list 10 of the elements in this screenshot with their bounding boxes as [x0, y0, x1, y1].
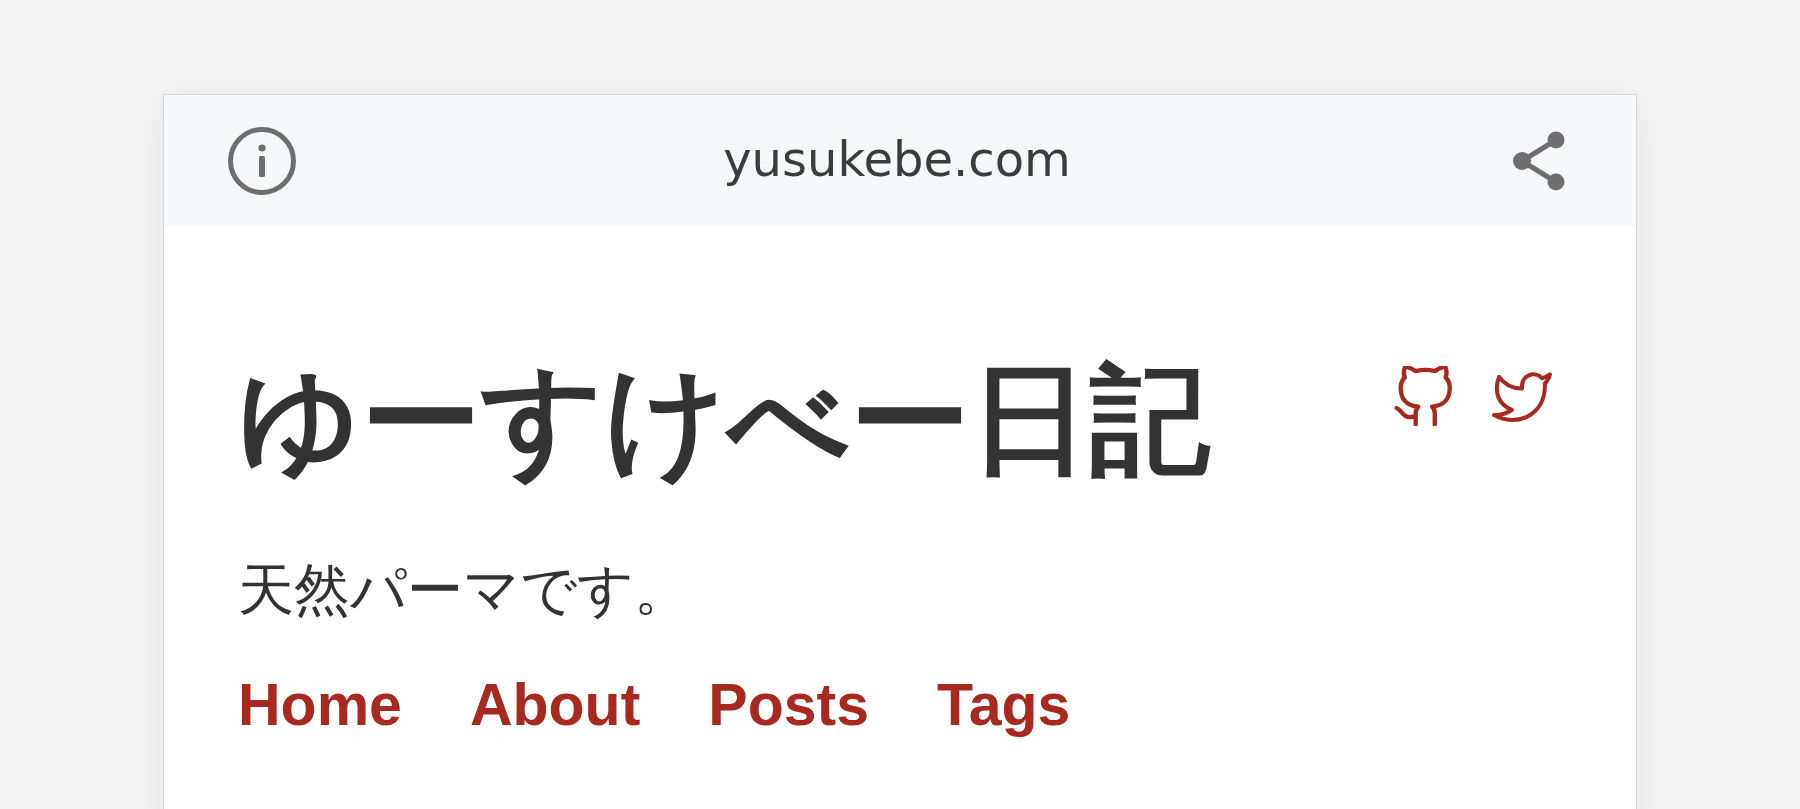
info-icon[interactable]	[228, 126, 296, 195]
share-icon[interactable]	[1512, 130, 1566, 191]
site-title: ゆーすけべー日記	[238, 349, 1210, 491]
nav-link[interactable]: Tags	[936, 670, 1071, 740]
domain-text: yusukebe.com	[723, 130, 1071, 187]
nav-link[interactable]: About	[469, 670, 641, 740]
nav-link[interactable]: Posts	[708, 670, 869, 740]
github-icon[interactable]	[1394, 366, 1454, 426]
nav-link[interactable]: Home	[238, 670, 402, 740]
site-tagline: 天然パーマです。	[238, 556, 690, 624]
